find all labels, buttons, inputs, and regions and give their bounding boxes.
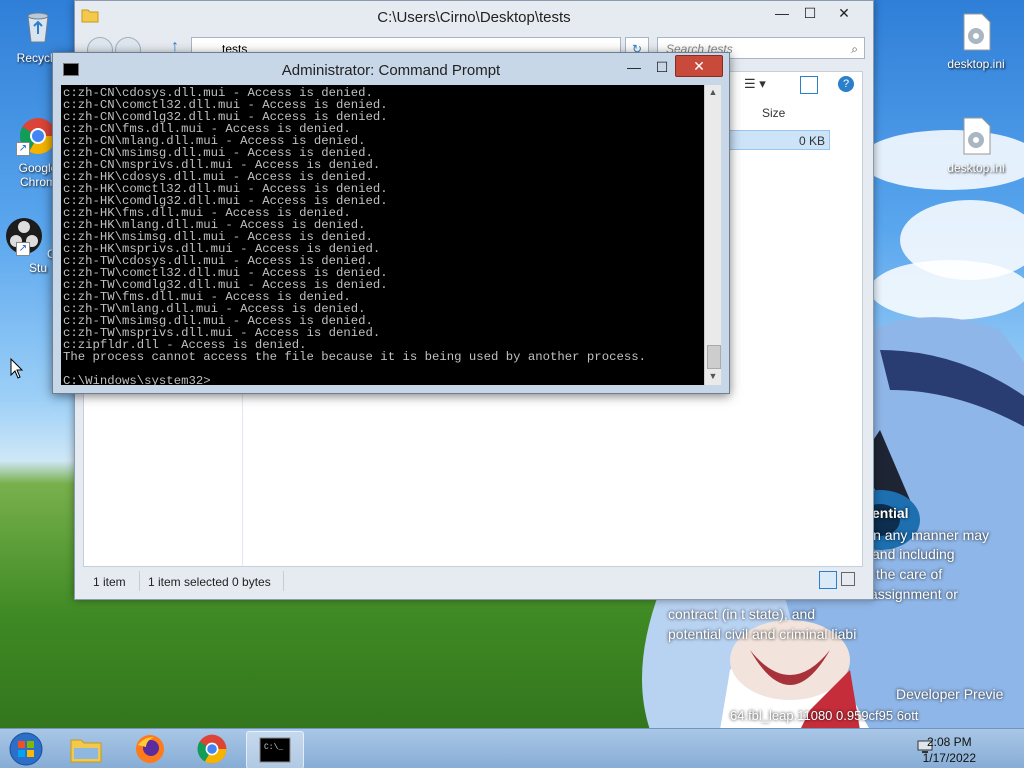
large-icons-view-icon[interactable] bbox=[841, 572, 855, 586]
view-options-icon[interactable]: ☰ ▾ bbox=[744, 76, 784, 94]
cmd-maximize-button[interactable]: ☐ bbox=[647, 57, 677, 77]
details-view-icon[interactable] bbox=[819, 571, 837, 589]
desktop-icon-label: desktop.ini bbox=[947, 57, 1005, 71]
help-icon[interactable]: ? bbox=[838, 76, 854, 92]
build-string: 64.fbl_leap.11080 0.959cf95 6ott bbox=[730, 708, 919, 723]
explorer-titlebar[interactable]: C:\Users\Cirno\Desktop\tests — ☐ ✕ bbox=[75, 1, 873, 31]
status-divider bbox=[139, 571, 140, 591]
explorer-minimize-button[interactable]: — bbox=[767, 3, 797, 23]
watermark-heading: ential bbox=[872, 505, 909, 521]
search-icon: ⌕ bbox=[851, 42, 858, 56]
command-prompt-window[interactable]: Administrator: Command Prompt — ☐ ✕ c:zh… bbox=[52, 52, 730, 394]
explorer-close-button[interactable]: ✕ bbox=[829, 3, 859, 23]
explorer-maximize-button[interactable]: ☐ bbox=[795, 3, 825, 23]
firefox-icon bbox=[136, 735, 164, 763]
chrome-icon bbox=[197, 734, 227, 764]
console-line: C:\Windows\system32> bbox=[63, 374, 211, 385]
explorer-statusbar: 1 item 1 item selected 0 bytes bbox=[83, 567, 861, 595]
build-title: Developer Previe bbox=[896, 686, 1004, 702]
chrome-taskbar-icon[interactable] bbox=[184, 731, 240, 767]
clock-date: 1/17/2022 bbox=[922, 751, 976, 765]
desktop-ini-file-icon bbox=[963, 13, 991, 51]
system-clock[interactable]: 2:08 PM 1/17/2022 bbox=[923, 734, 976, 766]
cmd-minimize-button[interactable]: — bbox=[619, 57, 649, 77]
start-button[interactable] bbox=[2, 731, 50, 767]
windows-start-icon bbox=[9, 732, 43, 766]
scroll-up-icon[interactable]: ▲ bbox=[706, 87, 720, 99]
desktop-ini-file-icon-2 bbox=[963, 117, 991, 155]
recycle-bin-icon bbox=[27, 12, 49, 43]
desktop-icon-desktop-ini[interactable]: desktop.ini bbox=[936, 12, 1016, 71]
command-prompt-taskbar-icon[interactable]: C:\_ bbox=[246, 731, 304, 768]
desktop-icon-label: desktop.ini bbox=[947, 161, 1005, 175]
scroll-down-icon[interactable]: ▼ bbox=[706, 371, 720, 383]
status-divider bbox=[283, 571, 284, 591]
watermark-line: potential civil and criminal liabi bbox=[668, 626, 857, 642]
cmd-scrollbar[interactable]: ▲ ▼ bbox=[704, 85, 721, 385]
svg-text:C:\_: C:\_ bbox=[264, 743, 283, 752]
column-header-size[interactable]: Size bbox=[762, 106, 785, 120]
file-explorer-taskbar-icon[interactable] bbox=[58, 731, 114, 767]
watermark-line: the care of bbox=[876, 566, 943, 582]
watermark-line: contract (in t state), and bbox=[668, 606, 816, 622]
clock-time: 2:08 PM bbox=[926, 735, 972, 749]
status-item-count: 1 item bbox=[93, 575, 126, 589]
shortcut-arrow-icon: ↗ bbox=[16, 142, 30, 156]
file-explorer-icon bbox=[70, 739, 102, 763]
watermark-line: in any manner may bbox=[870, 527, 990, 543]
file-size-cell[interactable]: 0 KB bbox=[722, 130, 830, 150]
status-selection: 1 item selected 0 bytes bbox=[148, 575, 271, 589]
watermark-line: and including bbox=[872, 546, 955, 562]
command-prompt-icon: C:\_ bbox=[259, 737, 291, 763]
firefox-taskbar-icon[interactable] bbox=[122, 731, 178, 767]
watermark-line: assignment or bbox=[870, 586, 958, 602]
cmd-titlebar[interactable]: Administrator: Command Prompt — ☐ ✕ bbox=[53, 53, 729, 83]
cmd-close-button[interactable]: ✕ bbox=[675, 55, 723, 77]
mouse-cursor-icon bbox=[10, 358, 24, 379]
preview-pane-icon[interactable] bbox=[800, 76, 818, 94]
desktop-icon-desktop-ini-2[interactable]: desktop.ini bbox=[936, 116, 1016, 175]
scroll-thumb[interactable] bbox=[707, 345, 721, 369]
desktop: ential in any manner may and including t… bbox=[0, 0, 1024, 768]
shortcut-arrow-icon: ↗ bbox=[16, 242, 30, 256]
explorer-title: C:\Users\Cirno\Desktop\tests bbox=[377, 9, 571, 26]
console-line: The process cannot access the file becau… bbox=[63, 350, 646, 364]
taskbar: C:\_ 2:08 PM 1/17/2022 bbox=[0, 728, 1024, 768]
cmd-console-output[interactable]: c:zh-CN\cdosys.dll.mui - Access is denie… bbox=[61, 85, 704, 385]
